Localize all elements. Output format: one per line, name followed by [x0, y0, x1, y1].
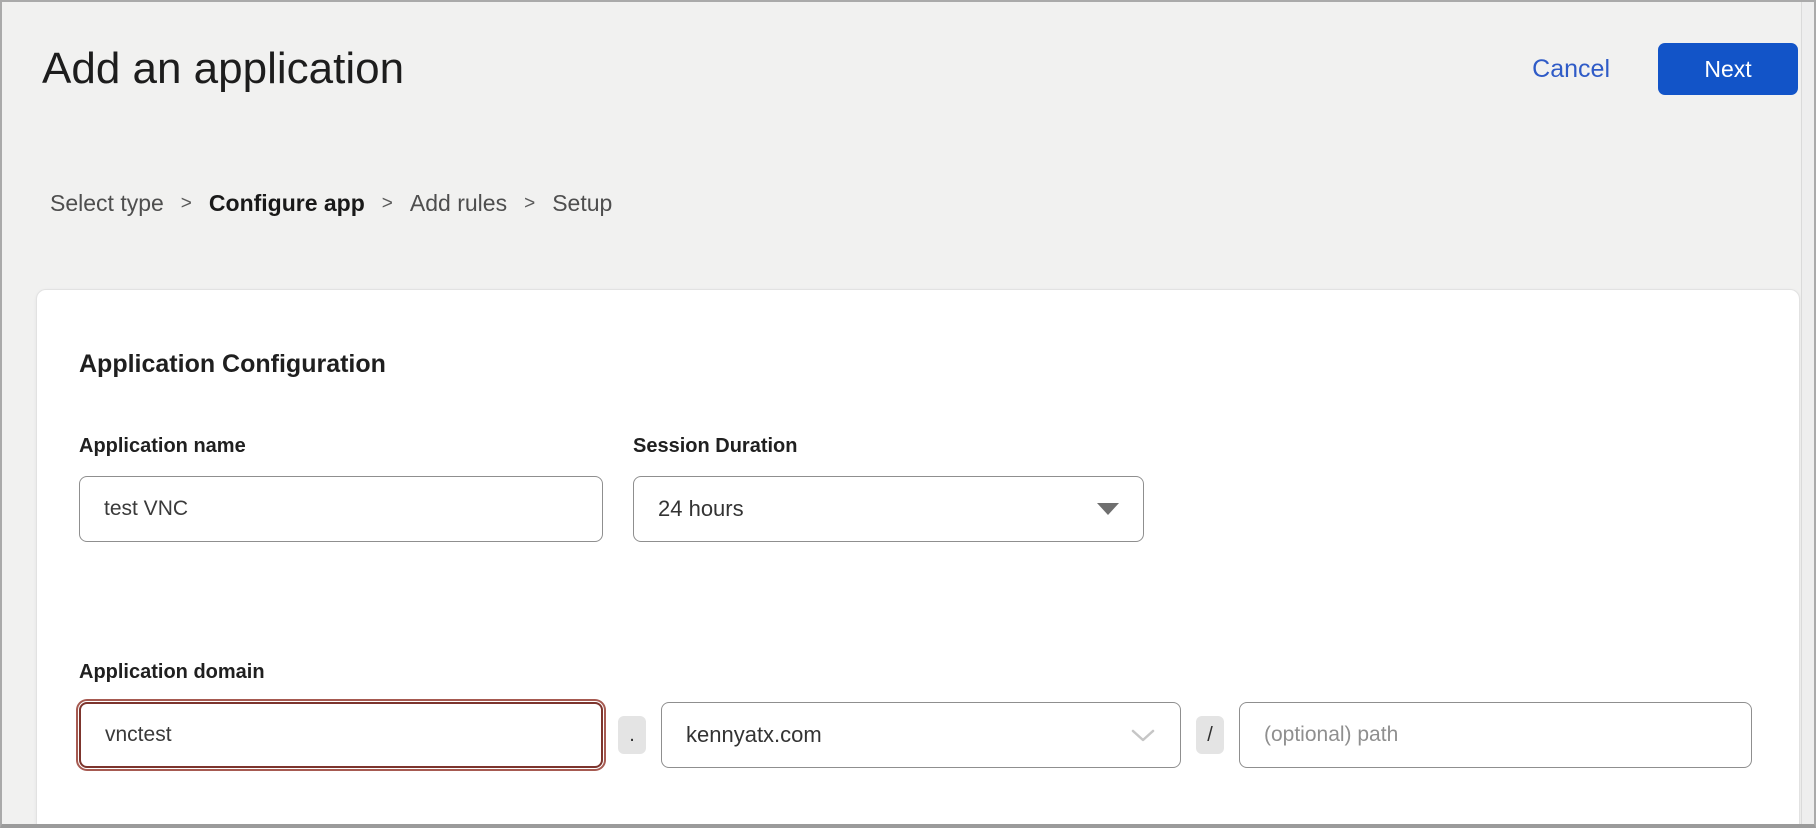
header-actions: Cancel Next: [1532, 43, 1798, 95]
step-separator: >: [382, 193, 393, 215]
domain-select[interactable]: kennyatx.com: [661, 702, 1181, 768]
application-domain-field: Application domain . kennyatx.com /: [79, 661, 1757, 768]
name-duration-row: Application name Session Duration 24 hou…: [79, 435, 1757, 542]
steps-breadcrumb: Select type > Configure app > Add rules …: [50, 190, 612, 217]
step-separator: >: [524, 193, 535, 215]
application-name-field: Application name: [79, 435, 603, 542]
application-subdomain-input[interactable]: [79, 702, 603, 768]
slash-separator-badge: /: [1196, 716, 1224, 754]
application-configuration-card: Application Configuration Application na…: [36, 289, 1800, 828]
session-duration-label: Session Duration: [633, 435, 1144, 458]
header: Add an application Cancel Next: [42, 40, 1798, 98]
card-heading: Application Configuration: [79, 350, 1757, 379]
step-setup[interactable]: Setup: [552, 190, 612, 217]
step-add-rules[interactable]: Add rules: [410, 190, 507, 217]
session-duration-value: 24 hours: [658, 496, 744, 522]
application-domain-label: Application domain: [79, 661, 1757, 684]
cancel-button[interactable]: Cancel: [1532, 55, 1610, 84]
domain-select-value: kennyatx.com: [686, 722, 822, 748]
application-name-input[interactable]: [79, 476, 603, 542]
path-input[interactable]: [1239, 702, 1752, 768]
application-name-label: Application name: [79, 435, 603, 458]
application-domain-row: . kennyatx.com /: [79, 702, 1757, 768]
caret-down-icon: [1097, 503, 1119, 515]
step-configure-app[interactable]: Configure app: [209, 190, 365, 217]
page-title: Add an application: [42, 44, 404, 94]
step-select-type[interactable]: Select type: [50, 190, 164, 217]
page: Add an application Cancel Next Select ty…: [0, 0, 1816, 828]
dot-separator-badge: .: [618, 716, 646, 754]
session-duration-field: Session Duration 24 hours: [633, 435, 1144, 542]
step-separator: >: [181, 193, 192, 215]
next-button[interactable]: Next: [1658, 43, 1798, 95]
session-duration-select[interactable]: 24 hours: [633, 476, 1144, 542]
scrollbar[interactable]: [1801, 2, 1814, 824]
chevron-down-icon: [1130, 727, 1156, 743]
